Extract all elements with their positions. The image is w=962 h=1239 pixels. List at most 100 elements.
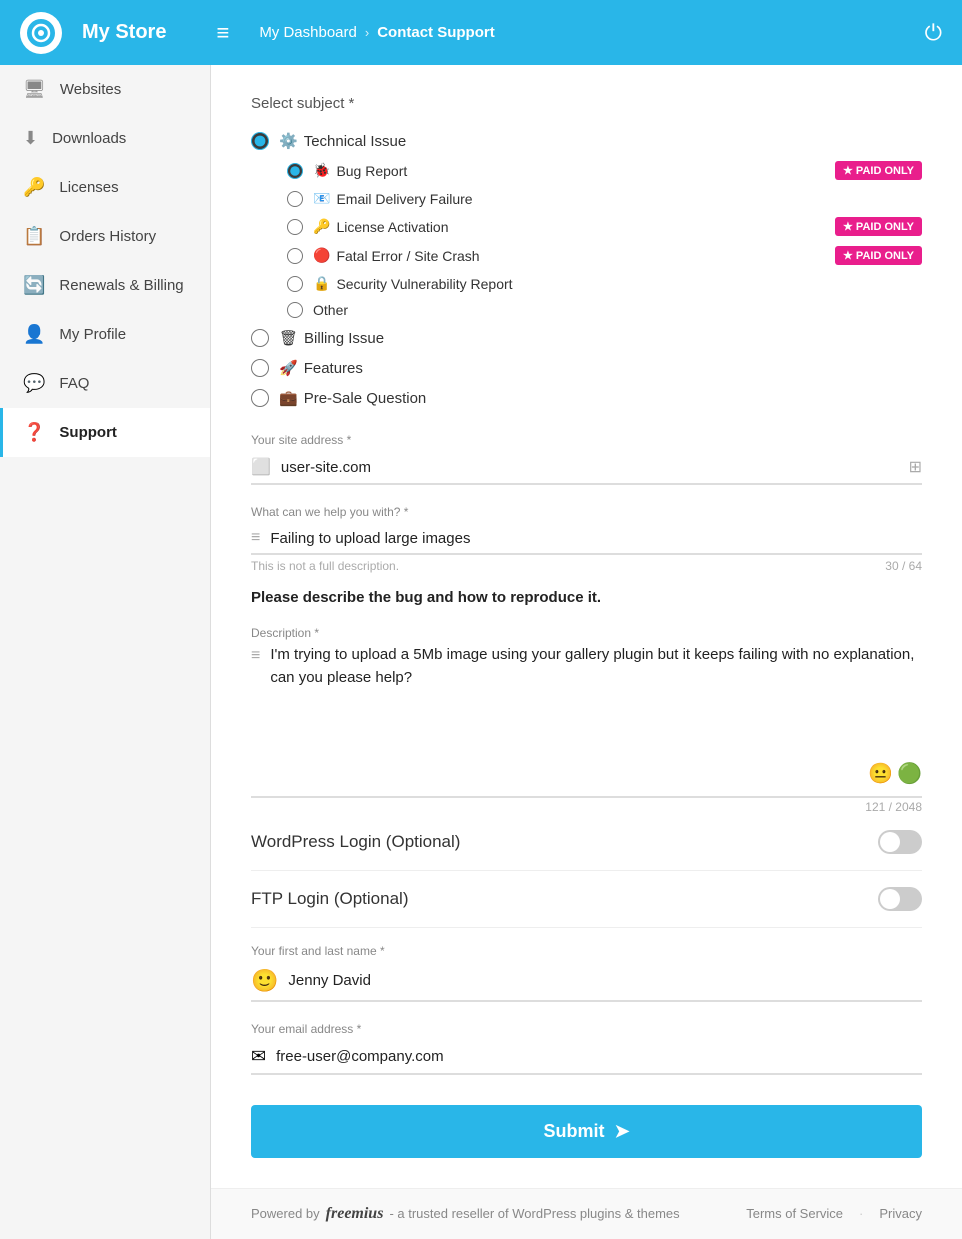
sidebar: 🖥 Websites ⬇ Downloads 🔑 Licenses 📋 Orde… [0, 65, 211, 1239]
name-input[interactable] [288, 972, 922, 989]
sub-license[interactable]: 🔑 License Activation PAID ONLY [287, 212, 922, 241]
billing-emoji: 🗑 [279, 329, 298, 347]
bug-paid-badge: PAID ONLY [835, 161, 922, 180]
description-textarea[interactable]: I'm trying to upload a 5Mb image using y… [270, 644, 922, 757]
menu-icon[interactable]: ≡ [216, 20, 229, 46]
license-paid-badge: PAID ONLY [835, 217, 922, 236]
other-radio[interactable] [287, 302, 303, 318]
fatal-paid-badge: PAID ONLY [835, 246, 922, 265]
technical-sub-options: 🐞 Bug Report PAID ONLY 📧 Email Delivery … [251, 156, 922, 323]
sidebar-item-downloads[interactable]: ⬇ Downloads [0, 114, 210, 163]
emoji-icon[interactable]: 😐 [868, 761, 893, 786]
renewals-icon: 🔄 [23, 275, 45, 296]
sidebar-item-websites[interactable]: 🖥 Websites [0, 65, 210, 114]
license-radio[interactable] [287, 219, 303, 235]
site-address-label: Your site address * [251, 433, 922, 447]
email-field-icon: ✉ [251, 1046, 266, 1067]
freemius-logo: freemius [326, 1205, 384, 1223]
footer-brand: Powered by freemius - a trusted reseller… [251, 1205, 680, 1223]
sub-other[interactable]: Other [287, 297, 922, 323]
sidebar-item-licenses[interactable]: 🔑 Licenses [0, 163, 210, 212]
sidebar-item-renewals[interactable]: 🔄 Renewals & Billing [0, 261, 210, 310]
email-input[interactable] [276, 1048, 922, 1065]
breadcrumb-chevron: › [365, 25, 369, 40]
billing-label: 🗑 Billing Issue [279, 329, 384, 347]
breadcrumb: My Dashboard › Contact Support [259, 24, 904, 41]
technical-radio[interactable] [251, 132, 269, 150]
footer-links: Terms of Service · Privacy [746, 1206, 922, 1221]
profile-icon: 👤 [23, 324, 45, 345]
breadcrumb-home[interactable]: My Dashboard [259, 24, 357, 41]
submit-arrow-icon: ➤ [614, 1121, 629, 1142]
description-label: Description * [251, 626, 922, 640]
help-topic-hint: This is not a full description. [251, 559, 399, 573]
help-topic-input[interactable] [270, 530, 922, 547]
subject-billing[interactable]: 🗑 Billing Issue [251, 323, 922, 353]
sidebar-label-faq: FAQ [59, 375, 89, 392]
support-icon: ❓ [23, 422, 45, 443]
email-emoji: 📧 [313, 190, 330, 207]
help-topic-icon: ≡ [251, 529, 260, 547]
submit-label: Submit [543, 1121, 604, 1142]
footer: Powered by freemius - a trusted reseller… [211, 1188, 962, 1239]
bug-radio[interactable] [287, 163, 303, 179]
email-radio[interactable] [287, 191, 303, 207]
name-group: Your first and last name * 🙂 [251, 944, 922, 1002]
security-radio[interactable] [287, 276, 303, 292]
email-input-wrap: ✉ [251, 1040, 922, 1075]
downloads-icon: ⬇ [23, 128, 38, 149]
subject-technical[interactable]: ⚙️ Technical Issue [251, 126, 922, 156]
help-topic-label: What can we help you with? * [251, 505, 922, 519]
sidebar-label-renewals: Renewals & Billing [59, 277, 183, 294]
power-icon[interactable]: ⏻ [925, 20, 942, 46]
security-label: 🔒 Security Vulnerability Report [313, 275, 922, 292]
submit-button[interactable]: Submit ➤ [251, 1105, 922, 1158]
fatal-emoji: 🔴 [313, 247, 330, 264]
sidebar-item-orders[interactable]: 📋 Orders History [0, 212, 210, 261]
sidebar-item-faq[interactable]: 💬 FAQ [0, 359, 210, 408]
presale-radio[interactable] [251, 389, 269, 407]
sub-security[interactable]: 🔒 Security Vulnerability Report [287, 270, 922, 297]
ftp-login-toggle[interactable] [878, 887, 922, 911]
terms-link[interactable]: Terms of Service [746, 1206, 843, 1221]
billing-radio[interactable] [251, 329, 269, 347]
select-subject-label: Select subject * [251, 95, 922, 112]
wp-login-slider [878, 830, 922, 854]
features-emoji: 🚀 [279, 359, 298, 377]
grammarly-icon[interactable]: 🟢 [897, 761, 922, 786]
sidebar-item-profile[interactable]: 👤 My Profile [0, 310, 210, 359]
main-content: Select subject * ⚙️ Technical Issue [211, 65, 962, 1239]
sub-bug[interactable]: 🐞 Bug Report PAID ONLY [287, 156, 922, 185]
license-label: 🔑 License Activation [313, 218, 825, 235]
features-radio[interactable] [251, 359, 269, 377]
subject-features[interactable]: 🚀 Features [251, 353, 922, 383]
faq-icon: 💬 [23, 373, 45, 394]
sidebar-item-support[interactable]: ❓ Support [0, 408, 210, 457]
site-address-input[interactable] [281, 459, 899, 476]
name-input-wrap: 🙂 [251, 962, 922, 1002]
privacy-link[interactable]: Privacy [879, 1206, 922, 1221]
sidebar-label-licenses: Licenses [59, 179, 118, 196]
description-icon: ≡ [251, 647, 260, 757]
site-address-input-wrap: ⬜ ⊞ [251, 451, 922, 485]
sidebar-label-support: Support [59, 424, 117, 441]
form-content: Select subject * ⚙️ Technical Issue [211, 65, 962, 1188]
wp-login-row: WordPress Login (Optional) [251, 814, 922, 871]
license-emoji: 🔑 [313, 218, 330, 235]
description-group: Description * ≡ I'm trying to upload a 5… [251, 626, 922, 814]
wp-login-toggle[interactable] [878, 830, 922, 854]
footer-powered-by: Powered by [251, 1206, 320, 1221]
avatar-icon: 🙂 [251, 968, 278, 994]
sub-fatal[interactable]: 🔴 Fatal Error / Site Crash PAID ONLY [287, 241, 922, 270]
fatal-label: 🔴 Fatal Error / Site Crash [313, 247, 825, 264]
footer-dot: · [859, 1206, 863, 1221]
help-topic-count: 30 / 64 [885, 559, 922, 573]
fatal-radio[interactable] [287, 248, 303, 264]
textarea-tools: 😐 🟢 [251, 761, 922, 786]
site-address-icon: ⬜ [251, 457, 271, 477]
help-topic-input-wrap: ≡ [251, 523, 922, 555]
subject-presale[interactable]: 💼 Pre-Sale Question [251, 383, 922, 413]
site-address-detail-icon: ⊞ [909, 457, 922, 477]
sub-email[interactable]: 📧 Email Delivery Failure [287, 185, 922, 212]
presale-label: 💼 Pre-Sale Question [279, 389, 426, 407]
